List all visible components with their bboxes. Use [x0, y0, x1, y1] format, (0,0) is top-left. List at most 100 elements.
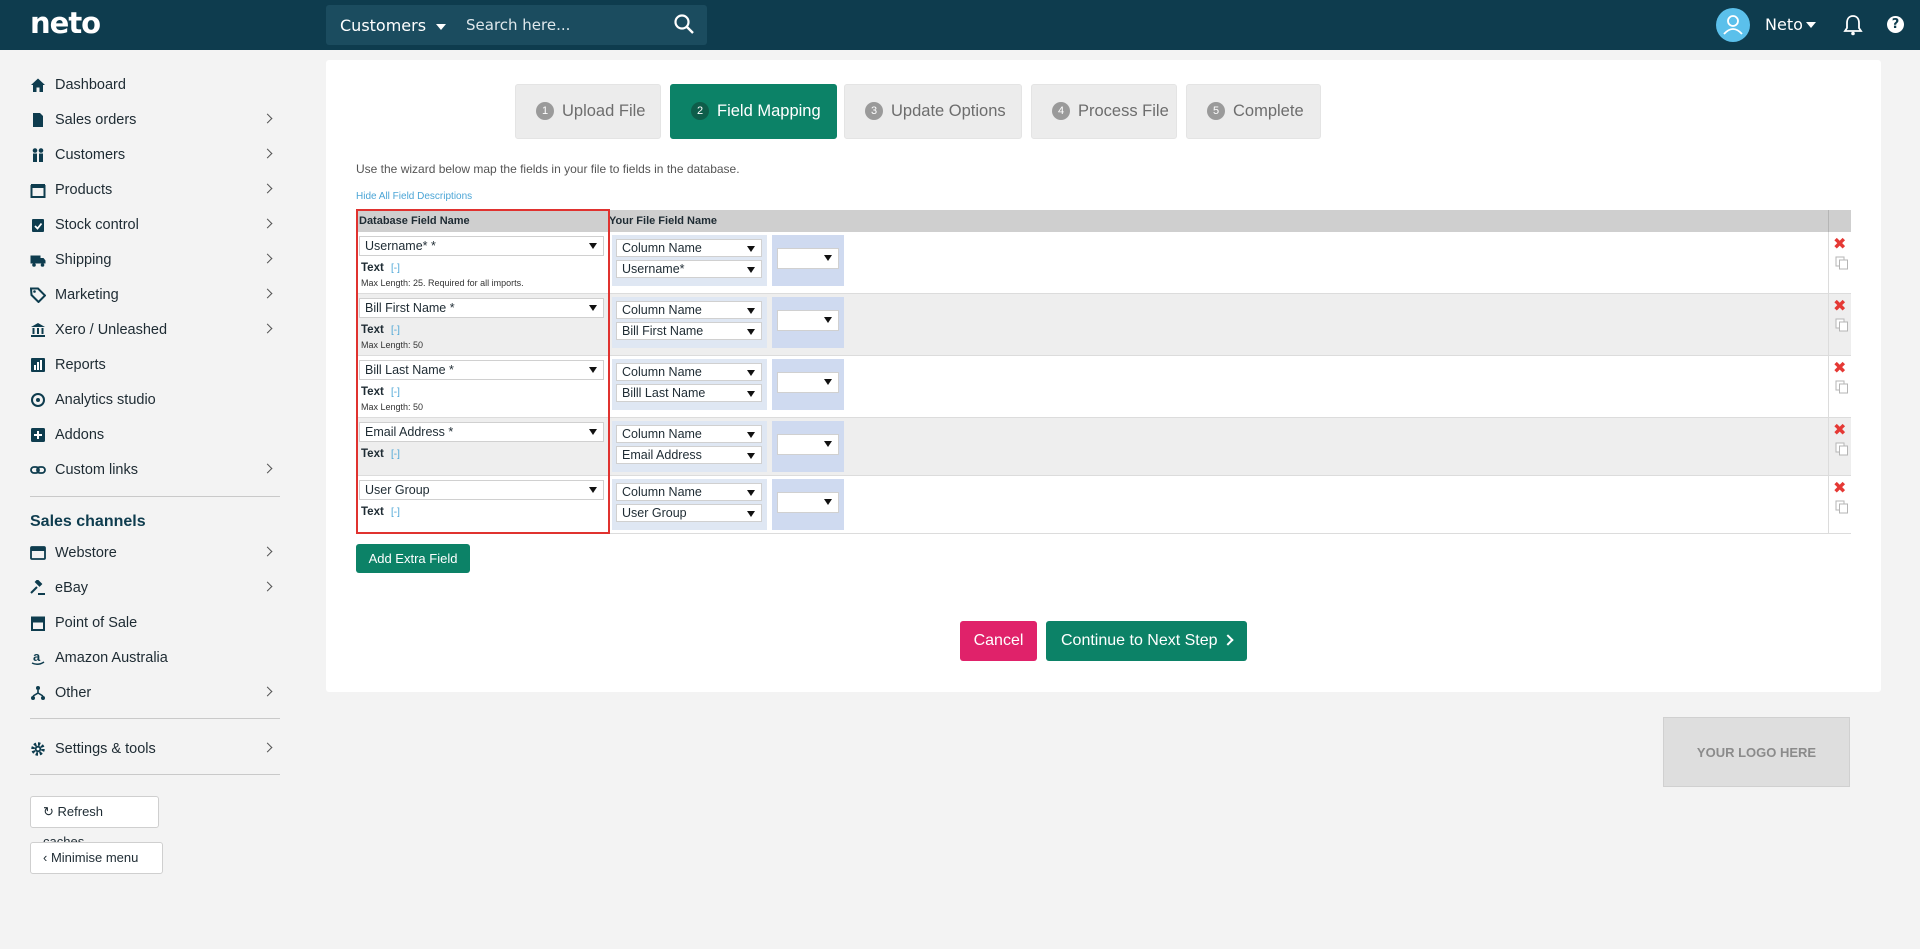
modifier-select[interactable] — [777, 492, 839, 513]
sidebar-item-label: Custom links — [55, 462, 138, 478]
wizard-step-process-file[interactable]: 4 Process File — [1031, 84, 1177, 139]
refresh-caches-button[interactable]: ↻ Refresh caches — [30, 796, 159, 849]
sidebar-item-label: Customers — [55, 147, 126, 163]
file-field-name-select[interactable]: Email Address — [616, 446, 762, 464]
hide-field-descriptions-link[interactable]: Hide All Field Descriptions — [356, 191, 472, 202]
help-icon[interactable]: ? — [1887, 16, 1904, 33]
chevron-down-icon[interactable] — [1806, 22, 1816, 28]
file-field-name-select[interactable]: Username* — [616, 260, 762, 278]
chevron-down-icon[interactable] — [436, 24, 446, 30]
global-search: Customers — [326, 5, 707, 45]
caret-down-icon — [747, 246, 755, 252]
sidebar-item-shipping[interactable]: Shipping — [30, 249, 280, 273]
modifier-panel — [772, 235, 844, 286]
modifier-select[interactable] — [777, 434, 839, 455]
delete-row-icon[interactable]: ✖ — [1833, 480, 1847, 496]
search-icon[interactable] — [673, 13, 695, 35]
tag-icon — [29, 287, 47, 304]
file-field-type-select[interactable]: Column Name — [616, 425, 762, 443]
store-icon — [30, 615, 46, 631]
user-menu[interactable]: Neto — [1765, 15, 1803, 34]
sidebar-item-analytics-studio[interactable]: Analytics studio — [30, 389, 280, 413]
webstore-icon — [30, 545, 46, 561]
wizard-step-upload-file[interactable]: 1 Upload File — [515, 84, 661, 139]
sidebar-divider — [30, 496, 280, 497]
file-field-name-select[interactable]: Billl Last Name — [616, 384, 762, 402]
modifier-select[interactable] — [777, 310, 839, 331]
search-scope-dropdown[interactable]: Customers — [340, 16, 426, 35]
box-icon — [30, 182, 46, 198]
delete-row-icon[interactable]: ✖ — [1833, 422, 1847, 438]
copy-row-icon[interactable] — [1835, 318, 1849, 332]
neto-logo[interactable]: neto — [30, 6, 101, 40]
cancel-button[interactable]: Cancel — [960, 621, 1037, 661]
bank-icon — [30, 322, 46, 338]
select-value: Bill First Name — [622, 324, 704, 338]
chevron-right-icon — [1222, 634, 1234, 646]
chevron-right-icon — [262, 546, 273, 557]
modifier-select[interactable] — [777, 372, 839, 393]
sidebar-item-label: Amazon Australia — [55, 650, 168, 666]
copy-row-icon[interactable] — [1835, 256, 1849, 270]
sidebar-item-reports[interactable]: Reports — [30, 354, 280, 378]
file-field-type-select[interactable]: Column Name — [616, 301, 762, 319]
file-field-panel: Column Name Billl Last Name — [612, 359, 767, 410]
wizard-step-update-options[interactable]: 3 Update Options — [844, 84, 1022, 139]
sidebar-item-webstore[interactable]: Webstore — [30, 542, 280, 566]
sidebar-item-dashboard[interactable]: Dashboard — [30, 74, 280, 98]
bell-icon[interactable] — [1843, 14, 1863, 36]
sidebar-item-custom-links[interactable]: Custom links — [30, 459, 280, 483]
svg-text:a: a — [33, 650, 41, 664]
file-field-type-select[interactable]: Column Name — [616, 363, 762, 381]
file-field-name-select[interactable]: Bill First Name — [616, 322, 762, 340]
sidebar-item-customers[interactable]: Customers — [30, 144, 280, 168]
sidebar-item-label: Stock control — [55, 217, 139, 233]
sidebar-item-xero-unleashed[interactable]: Xero / Unleashed — [30, 319, 280, 343]
people-icon — [30, 147, 46, 163]
sidebar-item-label: Sales orders — [55, 112, 137, 128]
delete-row-icon[interactable]: ✖ — [1833, 236, 1847, 252]
sidebar-item-stock-control[interactable]: Stock control — [30, 214, 280, 238]
sidebar-item-addons[interactable]: Addons — [30, 424, 280, 448]
delete-row-icon[interactable]: ✖ — [1833, 298, 1847, 314]
continue-next-step-button[interactable]: Continue to Next Step — [1046, 621, 1247, 661]
file-field-panel: Column Name Email Address — [612, 421, 767, 472]
sidebar-item-label: Analytics studio — [55, 392, 156, 408]
sidebar-item-ebay[interactable]: eBay — [30, 577, 280, 601]
file-field-name-select[interactable]: User Group — [616, 504, 762, 522]
caret-down-icon — [747, 308, 755, 314]
sidebar-item-products[interactable]: Products — [30, 179, 280, 203]
copy-row-icon[interactable] — [1835, 500, 1849, 514]
sidebar-item-label: Dashboard — [55, 77, 126, 93]
modifier-panel — [772, 297, 844, 348]
file-field-type-select[interactable]: Column Name — [616, 483, 762, 501]
modifier-select[interactable] — [777, 248, 839, 269]
add-extra-field-button[interactable]: Add Extra Field — [356, 544, 470, 573]
file-field-type-select[interactable]: Column Name — [616, 239, 762, 257]
user-avatar-icon[interactable] — [1716, 8, 1750, 42]
sidebar-item-marketing[interactable]: Marketing — [29, 284, 280, 308]
wizard-step-complete[interactable]: 5 Complete — [1186, 84, 1321, 139]
caret-down-icon — [824, 317, 832, 323]
sidebar-item-label: Other — [55, 685, 92, 701]
sidebar-item-point-of-sale[interactable]: Point of Sale — [30, 612, 280, 636]
sidebar-item-other[interactable]: Other — [30, 682, 280, 706]
sidebar-item-amazon-australia[interactable]: a Amazon Australia — [30, 647, 280, 671]
chevron-right-icon — [262, 288, 273, 299]
select-value: Email Address — [622, 448, 702, 462]
top-bar: neto Customers Neto ? — [0, 0, 1920, 50]
copy-row-icon[interactable] — [1835, 442, 1849, 456]
sidebar-item-sales-orders[interactable]: Sales orders — [30, 109, 280, 133]
step-label: Update Options — [891, 102, 1006, 120]
step-label: Complete — [1233, 102, 1304, 120]
search-input[interactable] — [466, 10, 656, 40]
wizard-step-field-mapping[interactable]: 2 Field Mapping — [670, 84, 837, 139]
minimise-menu-button[interactable]: ‹ Minimise menu — [30, 842, 163, 874]
sidebar-item-label: Settings & tools — [55, 741, 156, 757]
chevron-right-icon — [262, 183, 273, 194]
logo-placeholder: YOUR LOGO HERE — [1663, 717, 1850, 787]
delete-row-icon[interactable]: ✖ — [1833, 360, 1847, 376]
step-number: 1 — [536, 102, 554, 120]
sidebar-item-settings-tools[interactable]: Settings & tools — [30, 738, 280, 762]
copy-row-icon[interactable] — [1835, 380, 1849, 394]
